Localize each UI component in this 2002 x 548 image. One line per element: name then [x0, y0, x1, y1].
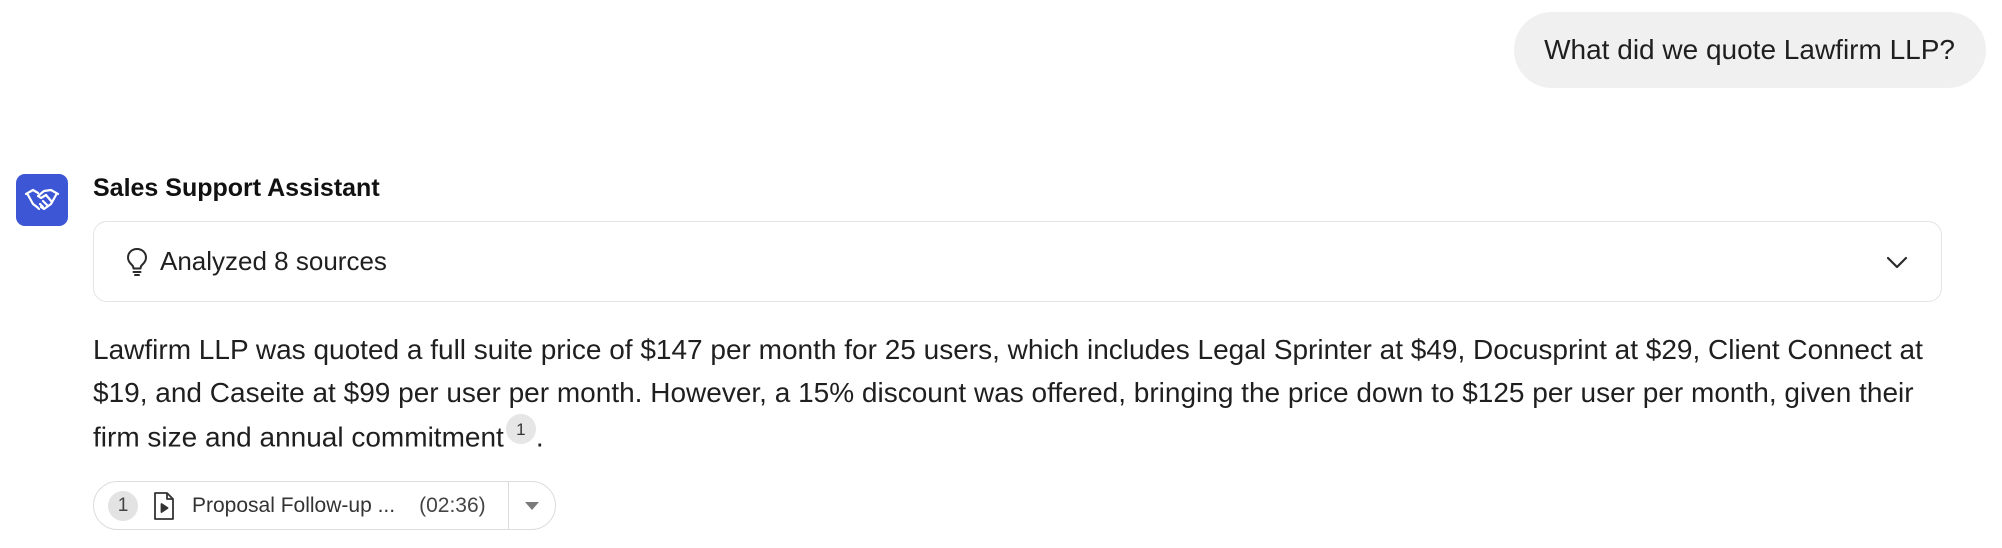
chat-page: What did we quote Lawfirm LLP? Sales Sup…: [0, 0, 2002, 548]
caret-down-icon: [524, 501, 539, 510]
chevron-down-icon[interactable]: [1883, 248, 1911, 276]
user-message-text: What did we quote Lawfirm LLP?: [1544, 34, 1955, 65]
analyzed-sources-toggle[interactable]: Analyzed 8 sources: [93, 221, 1942, 302]
assistant-answer: Lawfirm LLP was quoted a full suite pric…: [93, 328, 1953, 459]
user-message-bubble: What did we quote Lawfirm LLP?: [1514, 12, 1986, 88]
lightbulb-icon: [124, 246, 150, 278]
video-document-icon: [152, 491, 178, 521]
assistant-avatar: [16, 174, 68, 226]
source-chip-link[interactable]: 1 Proposal Follow-up ... (02:36): [94, 482, 508, 529]
source-number-badge: 1: [108, 490, 138, 521]
handshake-icon: [24, 188, 60, 211]
source-title: Proposal Follow-up ...: [192, 493, 396, 517]
source-dropdown-button[interactable]: [509, 482, 555, 529]
answer-trailing: .: [535, 421, 544, 453]
citation-badge[interactable]: 1: [505, 414, 536, 444]
assistant-name: Sales Support Assistant: [93, 174, 380, 202]
source-chip: 1 Proposal Follow-up ... (02:36): [93, 481, 556, 530]
answer-text: Lawfirm LLP was quoted a full suite pric…: [93, 334, 1923, 453]
analyzed-sources-label: Analyzed 8 sources: [160, 246, 387, 276]
source-timestamp: (02:36): [419, 493, 486, 517]
